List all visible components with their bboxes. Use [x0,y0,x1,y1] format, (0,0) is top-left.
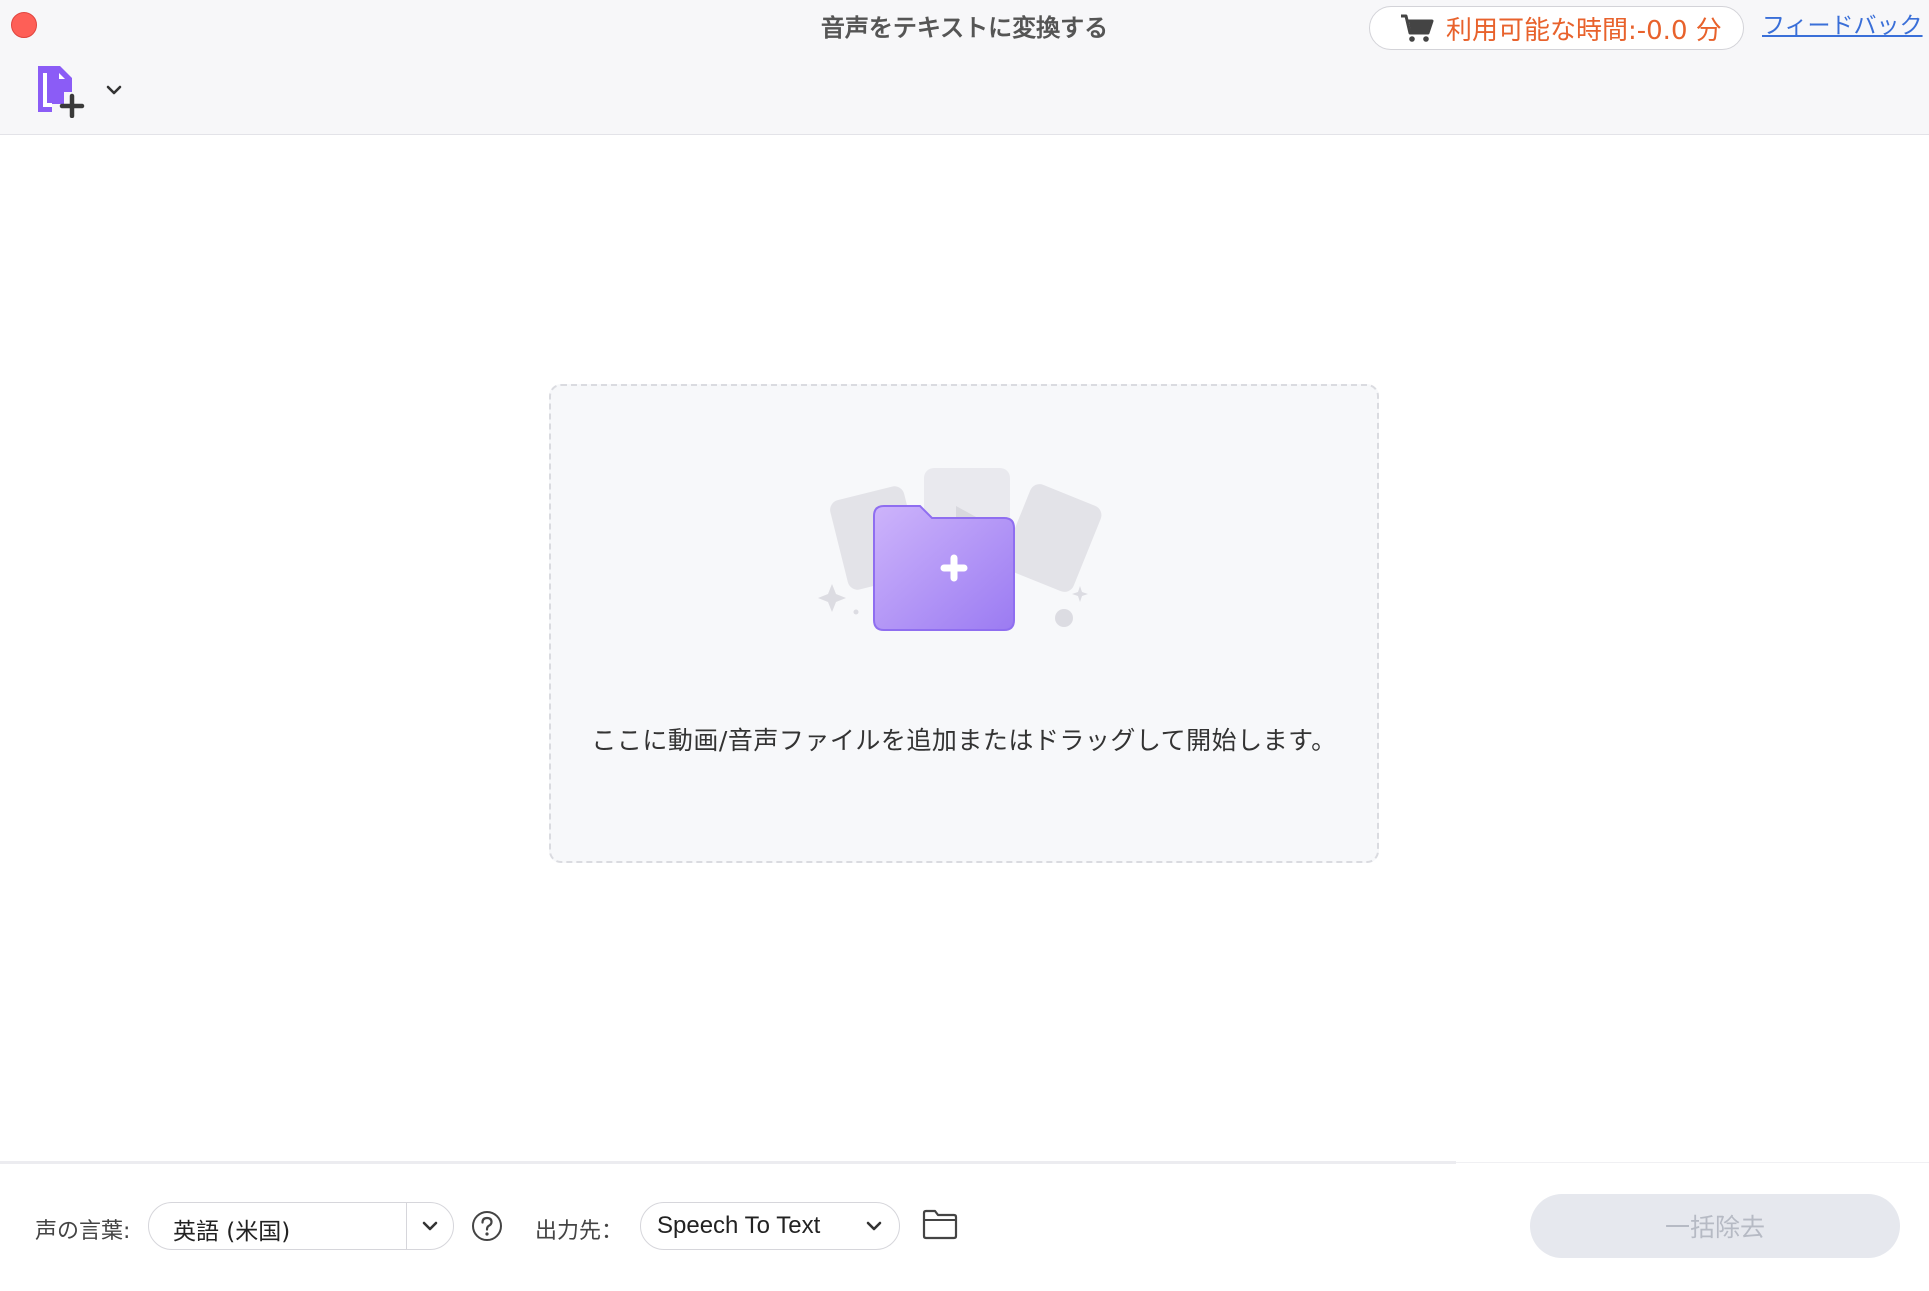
footer-divider [0,1161,1456,1164]
title-bar: 音声をテキストに変換する 利用可能な時間:-0.0 分 フィードバック [0,0,1929,135]
chevron-down-icon[interactable] [419,1215,441,1237]
footer-divider-right [1456,1162,1929,1163]
language-value: 英語 (米国) [173,1219,291,1245]
available-time-button[interactable]: 利用可能な時間:-0.0 分 [1369,6,1744,50]
help-icon[interactable] [471,1210,503,1242]
add-file-icon [38,66,85,118]
chevron-down-icon[interactable] [104,80,124,100]
cart-icon [1401,14,1434,42]
add-file-button[interactable] [32,62,124,118]
file-drop-zone[interactable]: ここに動画/音声ファイルを追加またはドラッグして開始します。 [549,384,1379,863]
language-select[interactable]: 英語 (米国) [148,1202,454,1250]
folder-icon[interactable] [922,1208,958,1240]
output-value: Speech To Text [657,1212,821,1239]
folder-plus-icon [818,468,1102,631]
available-time-text: 利用可能な時間:-0.0 分 [1446,15,1722,46]
language-label: 声の言葉: [35,1219,131,1244]
batch-remove-button[interactable]: 一括除去 [1530,1194,1900,1258]
output-select[interactable]: Speech To Text [640,1202,900,1250]
feedback-link[interactable]: フィードバック [1762,6,1923,40]
language-select-separator [406,1203,407,1249]
chevron-down-icon[interactable] [863,1215,885,1237]
drop-hint: ここに動画/音声ファイルを追加またはドラッグして開始します。 [591,726,1337,755]
output-label: 出力先： [535,1219,624,1244]
